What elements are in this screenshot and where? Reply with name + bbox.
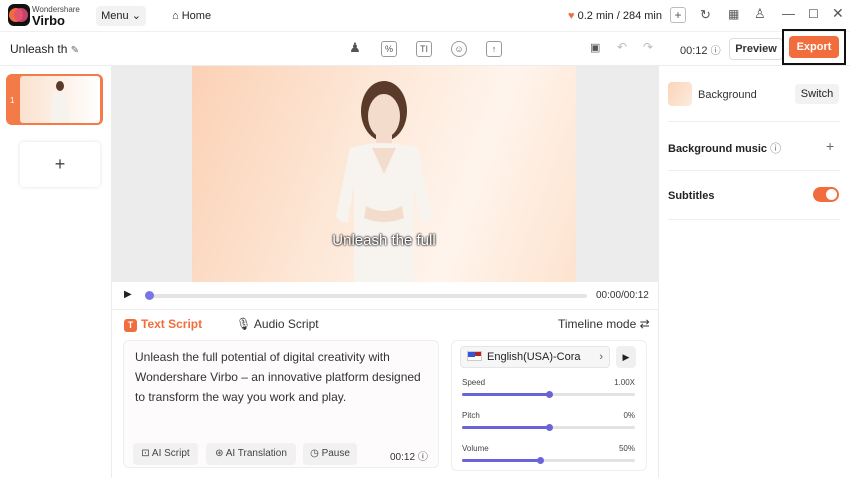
export-button[interactable]: Export: [789, 36, 839, 58]
speed-value: 1.00X: [614, 378, 635, 387]
tab-text-script-label: Text Script: [141, 317, 203, 331]
undo-icon[interactable]: ↶: [617, 40, 627, 54]
project-title-text: Unleash th: [10, 42, 68, 56]
brand-name: Wondershare Virbo: [32, 5, 80, 28]
edit-icon[interactable]: ✎: [71, 45, 79, 56]
pitch-label: Pitch: [462, 411, 480, 420]
project-title[interactable]: Unleash th ✎: [10, 42, 79, 56]
divider: [668, 121, 840, 122]
pitch-slider-fill: [462, 426, 549, 429]
avatar-figure: [336, 81, 432, 282]
subtitles-toggle-knob: [826, 189, 837, 200]
tab-text-script[interactable]: T Text Script: [124, 317, 202, 332]
play-icon[interactable]: ▶: [124, 289, 132, 300]
help-icon[interactable]: ⓘ: [770, 143, 781, 155]
add-credits-icon[interactable]: +: [670, 7, 686, 23]
us-flag-icon: [467, 351, 482, 361]
help-icon[interactable]: ⓘ: [418, 452, 428, 463]
volume-slider-handle[interactable]: [536, 457, 544, 464]
speed-slider-fill: [462, 393, 549, 396]
slide-panel: [0, 66, 112, 478]
pitch-slider-handle[interactable]: [545, 424, 553, 431]
microphone-icon: 🎙: [236, 317, 252, 331]
divider: [668, 219, 840, 220]
translate-icon: ⊛: [215, 448, 224, 459]
home-label: Home: [181, 10, 212, 22]
ai-script-icon: ⊡: [141, 448, 150, 459]
playback-time: 00:00/00:12: [596, 290, 649, 301]
minimize-icon[interactable]: —: [782, 6, 795, 21]
ai-script-label: AI Script: [151, 448, 190, 459]
canvas-subtitle[interactable]: Unleash the full: [192, 232, 576, 249]
script-text[interactable]: Unleash the full potential of digital cr…: [135, 347, 431, 407]
tab-audio-script-label: Audio Script: [253, 317, 319, 331]
ai-translation-label: AI Translation: [225, 448, 287, 459]
menu-label: Menu: [101, 10, 129, 22]
voice-name: English(USA)-Cora: [487, 351, 581, 363]
properties-panel: [658, 66, 850, 478]
add-music-icon[interactable]: +: [826, 138, 834, 154]
background-music-label: Background music ⓘ: [668, 140, 781, 156]
divider: [668, 170, 840, 171]
home-icon: ⌂: [172, 10, 179, 22]
volume-slider-fill: [462, 459, 540, 462]
sync-icon[interactable]: ↻: [700, 7, 711, 23]
speed-slider-handle[interactable]: [545, 391, 553, 398]
pitch-value: 0%: [623, 411, 635, 420]
slide-preview-image: [20, 76, 100, 123]
diamond-icon: ♥: [568, 10, 575, 22]
progress-track[interactable]: [149, 294, 587, 298]
progress-handle[interactable]: [145, 291, 154, 300]
home-button[interactable]: ⌂ Home: [172, 6, 211, 26]
project-duration: 00:12 ⓘ: [680, 42, 721, 57]
usage-text: 0.2 min / 284 min: [577, 10, 662, 22]
pause-label: Pause: [321, 448, 350, 459]
voice-selector[interactable]: English(USA)-Cora ›: [460, 346, 610, 368]
avatar-icon[interactable]: ♟: [347, 41, 363, 57]
redo-icon[interactable]: ↷: [643, 40, 653, 54]
maximize-icon[interactable]: ☐: [808, 7, 819, 21]
speed-label: Speed: [462, 378, 486, 387]
tab-audio-script[interactable]: 🎙 Audio Script: [236, 317, 319, 331]
text-icon[interactable]: TI: [416, 41, 432, 57]
add-slide-button[interactable]: +: [20, 142, 100, 187]
preview-button[interactable]: Preview: [729, 38, 783, 60]
chevron-down-icon: ⌄: [131, 10, 141, 22]
duration-text: 00:12: [680, 45, 708, 57]
background-music-text: Background music: [668, 143, 768, 155]
volume-slider[interactable]: [462, 459, 635, 462]
user-icon[interactable]: ♙: [754, 6, 766, 22]
switch-background-button[interactable]: Switch: [795, 84, 839, 104]
help-icon[interactable]: ⓘ: [711, 46, 721, 57]
ai-translation-button[interactable]: ⊛ AI Translation: [206, 443, 296, 465]
brand-big: Virbo: [32, 13, 65, 28]
sticker-icon[interactable]: ☺: [451, 41, 467, 57]
usage-indicator[interactable]: ♥ 0.2 min / 284 min: [568, 6, 662, 26]
background-label: Background: [698, 89, 757, 101]
script-duration-text: 00:12: [390, 452, 416, 463]
virbo-logo: [8, 4, 30, 26]
close-icon[interactable]: ✕: [832, 5, 844, 22]
clock-icon: ◷: [310, 448, 319, 459]
pattern-icon[interactable]: %: [381, 41, 397, 57]
upload-icon[interactable]: ↑: [486, 41, 502, 57]
script-duration: 00:12 ⓘ: [390, 448, 428, 463]
apps-grid-icon[interactable]: ▦: [728, 7, 739, 21]
slide-number: 1: [10, 96, 15, 105]
volume-value: 50%: [618, 444, 635, 453]
pause-button[interactable]: ◷ Pause: [303, 443, 357, 465]
ai-script-button[interactable]: ⊡ AI Script: [133, 443, 198, 465]
chevron-right-icon: ›: [599, 351, 603, 363]
background-thumbnail[interactable]: [668, 82, 692, 106]
subtitles-label: Subtitles: [668, 190, 715, 202]
text-script-icon: T: [124, 319, 137, 332]
voice-preview-play-icon[interactable]: ▶: [616, 346, 636, 368]
save-icon[interactable]: ▣: [590, 41, 600, 54]
volume-label: Volume: [462, 444, 489, 453]
video-canvas[interactable]: [192, 66, 576, 282]
timeline-mode-toggle[interactable]: Timeline mode ⇄: [558, 317, 650, 331]
menu-button[interactable]: Menu ⌄: [96, 6, 146, 26]
